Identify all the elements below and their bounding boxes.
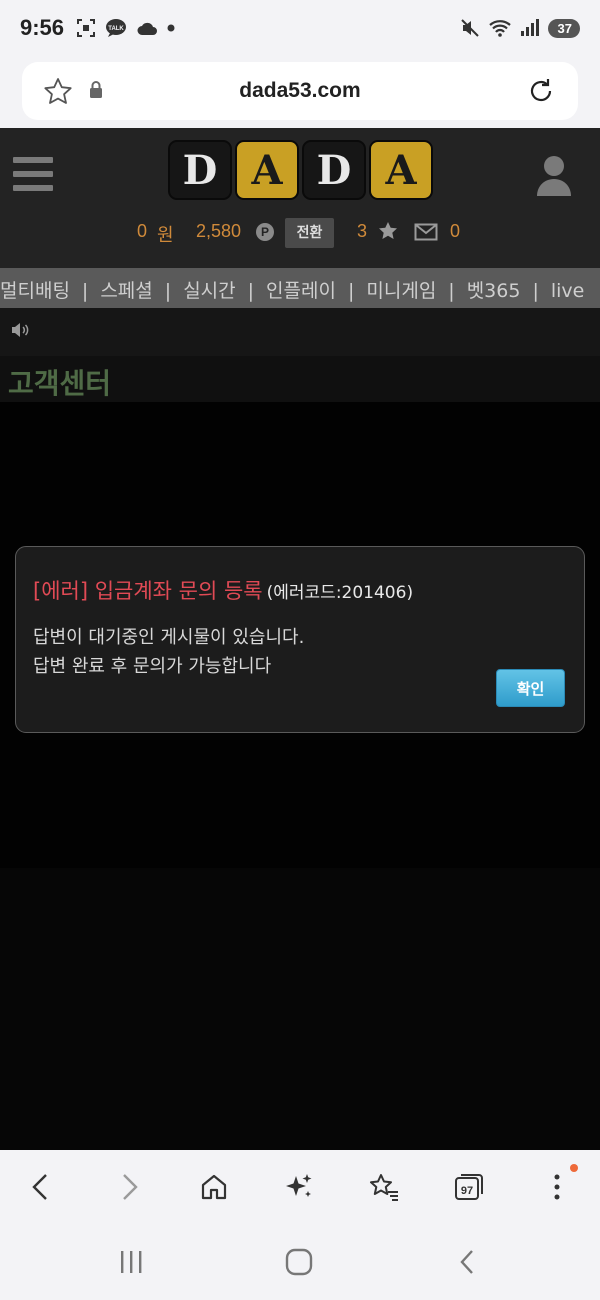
nav-item-realtime[interactable]: 실시간 <box>183 276 235 303</box>
android-nav-bar <box>0 1226 600 1300</box>
account-info-row: 0 원 2,580 P 전환 3 0 <box>0 218 600 250</box>
notice-bar <box>0 308 600 356</box>
url-text[interactable]: dada53.com <box>22 79 578 103</box>
notification-dot-icon <box>167 24 175 32</box>
nav-separator: | <box>247 280 255 302</box>
browser-address-area: dada53.com <box>0 56 600 128</box>
convert-button[interactable]: 전환 <box>285 218 334 248</box>
category-nav: 멀티배팅 | 스페셜 | 실시간 | 인플레이 | 미니게임 | 벳365 | live <box>0 268 600 308</box>
nav-item-inplay[interactable]: 인플레이 <box>266 276 336 303</box>
system-back-icon[interactable] <box>456 1248 478 1276</box>
star-icon[interactable] <box>377 220 399 246</box>
back-icon[interactable] <box>24 1170 58 1204</box>
bookmarks-icon[interactable] <box>367 1170 401 1204</box>
status-bar: 9:56 TALK 37 <box>0 0 600 56</box>
logo-letter: A <box>369 140 433 200</box>
mail-count: 0 <box>450 221 461 241</box>
notification-badge-icon <box>570 1164 578 1172</box>
page-title-bar: 고객센터 <box>0 356 600 402</box>
nav-separator: | <box>532 280 539 302</box>
site-logo[interactable]: D A D A <box>168 140 433 200</box>
speaker-icon <box>11 322 31 342</box>
nav-item-multi-betting[interactable]: 멀티배팅 <box>0 276 70 303</box>
money-unit: 원 <box>157 225 174 246</box>
logo-letter: D <box>168 140 232 200</box>
user-icon[interactable] <box>535 154 573 202</box>
forward-icon[interactable] <box>112 1170 146 1204</box>
money-amount: 0 <box>137 221 148 241</box>
dialog-title: [에러] 입금계좌 문의 등록 <box>33 579 263 603</box>
nav-item-bet365[interactable]: 벳365 <box>467 276 521 303</box>
mail-icon[interactable] <box>414 223 438 245</box>
address-bar[interactable]: dada53.com <box>22 62 578 120</box>
talk-icon: TALK <box>105 18 127 38</box>
nav-item-minigame[interactable]: 미니게임 <box>366 276 436 303</box>
error-dialog: [에러] 입금계좌 문의 등록 (에러코드:201406) 답변이 대기중인 게시… <box>15 546 585 733</box>
site-header: D A D A 0 원 2,580 P 전환 3 0 <box>0 128 600 268</box>
points-value: 2,580 <box>196 221 242 241</box>
hamburger-menu-icon[interactable] <box>13 157 53 191</box>
nav-separator: | <box>448 280 455 302</box>
browser-toolbar: 97 <box>0 1150 600 1226</box>
nav-item-special[interactable]: 스페셜 <box>100 276 152 303</box>
points-badge-icon: P <box>256 223 274 241</box>
status-time: 9:56 <box>20 15 65 40</box>
dialog-title-line: [에러] 입금계좌 문의 등록 (에러코드:201406) <box>33 575 413 605</box>
mute-icon <box>460 18 480 38</box>
star-count: 3 <box>357 221 368 241</box>
home-icon[interactable] <box>197 1170 231 1204</box>
logo-letter: A <box>235 140 299 200</box>
recent-apps-icon[interactable] <box>118 1248 144 1276</box>
more-menu-icon[interactable] <box>540 1170 574 1204</box>
tabs-icon[interactable]: 97 <box>452 1170 486 1204</box>
nav-item-live[interactable]: live <box>551 280 585 302</box>
page-title: 고객센터 <box>8 367 112 400</box>
system-home-icon[interactable] <box>284 1248 314 1276</box>
confirm-button[interactable]: 확인 <box>496 669 565 707</box>
nav-separator: | <box>164 280 172 302</box>
battery-indicator: 37 <box>547 18 580 38</box>
dialog-message-line: 답변이 대기중인 게시물이 있습니다. <box>33 627 305 648</box>
logo-letter: D <box>302 140 366 200</box>
ai-sparkle-icon[interactable] <box>282 1170 316 1204</box>
screenshot-icon <box>76 18 96 38</box>
error-code: (에러코드:201406) <box>266 583 414 603</box>
dialog-message: 답변이 대기중인 게시물이 있습니다. 답변 완료 후 문의가 가능합니다 <box>33 623 304 681</box>
wifi-icon <box>488 18 512 38</box>
dialog-message-line: 답변 완료 후 문의가 가능합니다 <box>33 656 272 677</box>
nav-separator: | <box>81 280 89 302</box>
nav-separator: | <box>347 280 355 302</box>
reload-icon[interactable] <box>526 76 556 110</box>
signal-icon <box>520 19 540 37</box>
svg-text:TALK: TALK <box>108 26 124 32</box>
cloud-icon <box>136 20 158 36</box>
tabs-count: 97 <box>461 1185 473 1197</box>
